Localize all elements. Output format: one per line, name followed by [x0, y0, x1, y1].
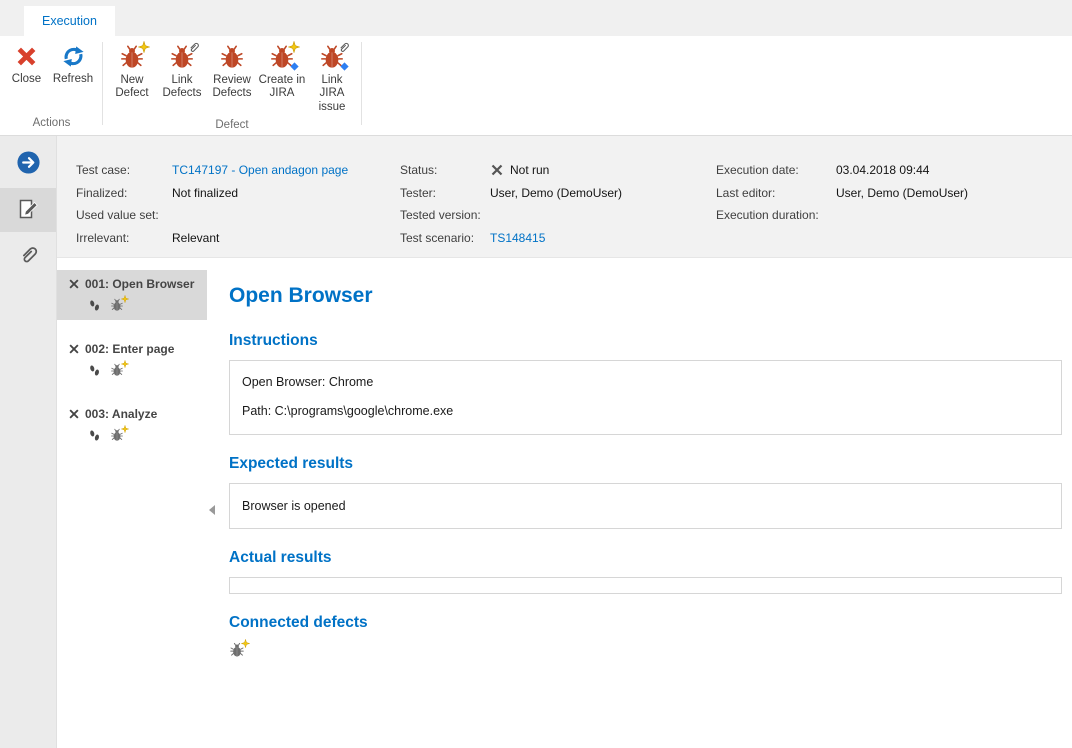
- expected-results-heading: Expected results: [229, 455, 1062, 473]
- create-in-jira-button[interactable]: Create in JIRA: [258, 41, 306, 104]
- execution-date-value: 03.04.2018 09:44: [836, 163, 968, 177]
- ribbon-group-label-actions: Actions: [2, 115, 101, 135]
- nav-edit-item[interactable]: [0, 188, 56, 232]
- ribbon: Close Refresh Actions: [0, 36, 1072, 136]
- close-button[interactable]: Close: [6, 41, 47, 89]
- review-defects-label: Review Defects: [208, 74, 256, 101]
- new-defect-button[interactable]: New Defect: [108, 41, 156, 104]
- edit-pencil-icon: [16, 197, 40, 224]
- link-jira-issue-button[interactable]: Link JIRA issue: [308, 41, 356, 117]
- link-jira-issue-icon: [319, 44, 345, 70]
- tester-label: Tester:: [400, 186, 490, 200]
- irrelevant-value: Relevant: [172, 231, 348, 245]
- step-status-x-icon: [68, 278, 80, 290]
- arrow-circle-icon: [16, 150, 41, 178]
- footprints-icon[interactable]: [88, 429, 101, 442]
- create-in-jira-icon: [269, 44, 295, 70]
- execution-duration-label: Execution duration:: [716, 208, 836, 222]
- add-connected-defect-icon[interactable]: [229, 642, 245, 658]
- left-nav-strip: [0, 136, 57, 748]
- ribbon-group-actions: Close Refresh Actions: [2, 36, 101, 135]
- review-defects-button[interactable]: Review Defects: [208, 41, 256, 104]
- tested-version-label: Tested version:: [400, 208, 490, 222]
- info-column-right: Execution date: 03.04.2018 09:44 Last ed…: [716, 159, 968, 227]
- step-item-003[interactable]: 003: Analyze: [57, 400, 207, 450]
- connected-defects-heading: Connected defects: [229, 614, 1062, 632]
- instructions-heading: Instructions: [229, 332, 1062, 350]
- execution-info-panel: Test case: TC147197 - Open andagon page …: [57, 136, 1072, 258]
- refresh-button[interactable]: Refresh: [49, 41, 97, 89]
- link-jira-issue-label: Link JIRA issue: [308, 74, 356, 114]
- instruction-line: Open Browser: Chrome: [242, 375, 1049, 389]
- content-area: Test case: TC147197 - Open andagon page …: [0, 136, 1072, 748]
- step-status-x-icon: [68, 408, 80, 420]
- link-defects-icon: [169, 44, 195, 70]
- finalized-label: Finalized:: [76, 186, 172, 200]
- top-tab-bar: Execution: [0, 0, 1072, 36]
- irrelevant-label: Irrelevant:: [76, 231, 172, 245]
- status-text: Not run: [510, 163, 549, 177]
- test-case-label: Test case:: [76, 163, 172, 177]
- status-value: Not run: [490, 163, 622, 177]
- tester-value: User, Demo (DemoUser): [490, 186, 622, 200]
- step-label: 003: Analyze: [85, 407, 157, 421]
- step-detail-panel: Open Browser Instructions Open Browser: …: [207, 258, 1072, 748]
- step-status-x-icon: [68, 343, 80, 355]
- ribbon-separator: [102, 42, 103, 125]
- footprints-icon[interactable]: [88, 364, 101, 377]
- refresh-icon: [61, 44, 86, 69]
- used-value-set-label: Used value set:: [76, 208, 172, 222]
- test-scenario-label: Test scenario:: [400, 231, 490, 245]
- info-column-middle: Status: Not run Tester: User, Demo (Demo…: [400, 159, 622, 249]
- step-item-001[interactable]: 001: Open Browser: [57, 270, 207, 320]
- status-label: Status:: [400, 163, 490, 177]
- footprints-icon[interactable]: [88, 299, 101, 312]
- step-label: 001: Open Browser: [85, 277, 194, 291]
- step-new-defect-icon[interactable]: [110, 298, 124, 312]
- ribbon-separator: [361, 42, 362, 125]
- link-defects-button[interactable]: Link Defects: [158, 41, 206, 104]
- collapse-panel-handle[interactable]: [209, 505, 215, 515]
- close-icon: [14, 44, 39, 69]
- close-button-label: Close: [12, 73, 41, 86]
- review-defects-icon: [219, 44, 245, 70]
- actual-results-input[interactable]: [229, 577, 1062, 594]
- actual-results-heading: Actual results: [229, 549, 1062, 567]
- ribbon-group-defect: New Defect Link Defects Review Defects: [104, 36, 360, 135]
- last-editor-value: User, Demo (DemoUser): [836, 186, 968, 200]
- tab-execution[interactable]: Execution: [24, 6, 115, 36]
- create-in-jira-label: Create in JIRA: [258, 74, 306, 101]
- test-step-list: 001: Open Browser 002: Enter page: [57, 258, 207, 748]
- step-title: Open Browser: [229, 284, 1062, 308]
- paperclip-icon: [17, 244, 39, 269]
- nav-attachments-item[interactable]: [0, 234, 56, 278]
- step-new-defect-icon[interactable]: [110, 363, 124, 377]
- expected-results-box: Browser is opened: [229, 483, 1062, 529]
- finalized-value: Not finalized: [172, 186, 348, 200]
- refresh-button-label: Refresh: [53, 73, 93, 86]
- step-label: 002: Enter page: [85, 342, 174, 356]
- step-item-002[interactable]: 002: Enter page: [57, 335, 207, 385]
- new-defect-label: New Defect: [108, 74, 156, 101]
- instructions-box: Open Browser: Chrome Path: C:\programs\g…: [229, 360, 1062, 435]
- new-defect-icon: [119, 44, 145, 70]
- not-run-icon: [490, 163, 504, 177]
- info-column-left: Test case: TC147197 - Open andagon page …: [76, 159, 348, 249]
- test-scenario-link[interactable]: TS148415: [490, 231, 622, 245]
- expected-results-text: Browser is opened: [242, 499, 1049, 513]
- execution-date-label: Execution date:: [716, 163, 836, 177]
- link-defects-label: Link Defects: [158, 74, 206, 101]
- step-new-defect-icon[interactable]: [110, 428, 124, 442]
- test-case-link[interactable]: TC147197 - Open andagon page: [172, 163, 348, 177]
- last-editor-label: Last editor:: [716, 186, 836, 200]
- instruction-line: Path: C:\programs\google\chrome.exe: [242, 404, 1049, 418]
- nav-execute-item[interactable]: [0, 142, 56, 186]
- ribbon-group-label-defect: Defect: [104, 117, 360, 135]
